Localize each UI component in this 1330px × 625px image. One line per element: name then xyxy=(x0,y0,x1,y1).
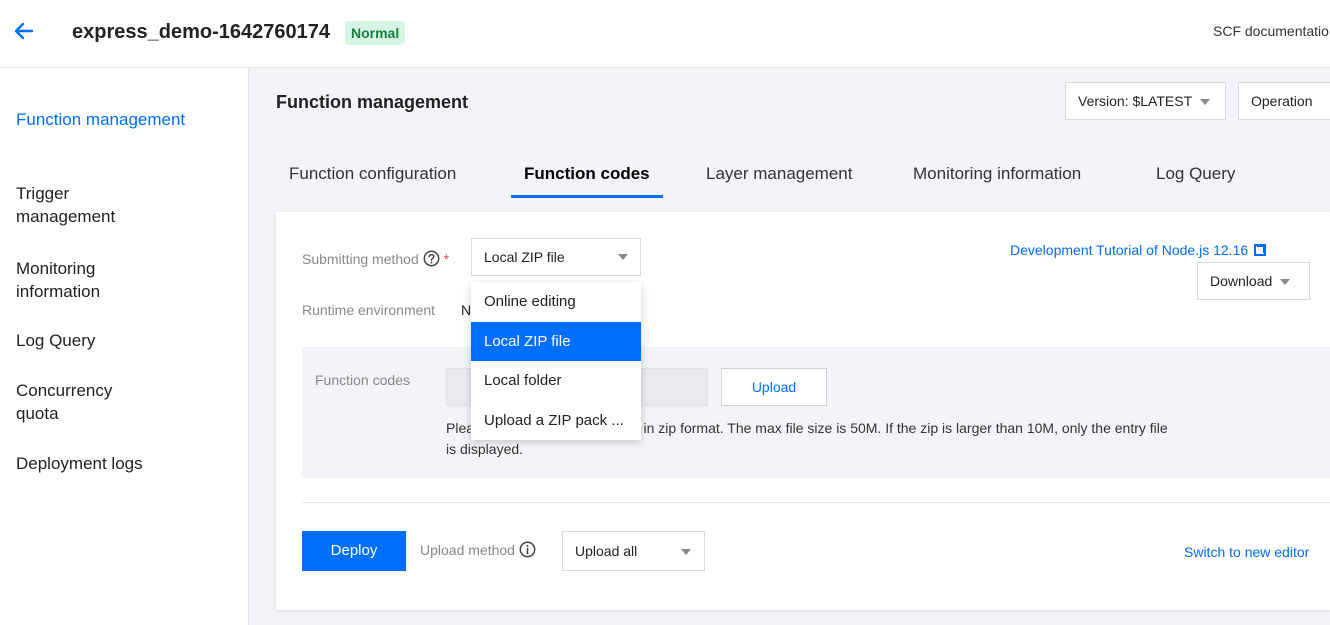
download-label: Download xyxy=(1210,273,1273,289)
dev-tutorial-link[interactable]: Development Tutorial of Node.js 12.16 xyxy=(1010,242,1267,258)
tab-log-query[interactable]: Log Query xyxy=(1156,164,1235,198)
download-select[interactable]: Download xyxy=(1197,262,1310,300)
switch-editor-link[interactable]: Switch to new editor xyxy=(1184,544,1330,560)
help-icon[interactable] xyxy=(423,250,440,267)
chevron-down-icon xyxy=(1280,279,1291,286)
option-online-editing[interactable]: Online editing xyxy=(471,282,641,322)
upload-section: Function codes Upload Plea ge in zip form… xyxy=(302,347,1330,478)
sidebar-item-deployment-logs[interactable]: Deployment logs xyxy=(16,452,236,475)
submitting-method-value: Local ZIP file xyxy=(484,249,565,265)
function-name-title: express_demo-1642760174 xyxy=(72,21,330,43)
info-icon[interactable] xyxy=(519,541,536,558)
option-local-folder[interactable]: Local folder xyxy=(471,361,641,401)
upload-method-select[interactable]: Upload all xyxy=(562,531,705,571)
sidebar-item-function-management[interactable]: Function management xyxy=(16,108,236,131)
tab-layer-management[interactable]: Layer management xyxy=(706,164,852,198)
operation-select-label: Operation xyxy=(1251,93,1313,109)
status-badge: Normal xyxy=(345,21,406,45)
tab-function-configuration[interactable]: Function configuration xyxy=(289,164,456,198)
scf-documentation-link[interactable]: SCF documentation xyxy=(1213,23,1330,39)
sidebar: Function management Trigger management M… xyxy=(0,68,249,625)
external-link-icon xyxy=(1254,244,1267,256)
submitting-method-label: Submitting method * xyxy=(302,250,450,267)
page-title: Function management xyxy=(276,92,469,112)
runtime-environment-value: N xyxy=(461,302,472,318)
option-upload-zip-pack[interactable]: Upload a ZIP pack ... xyxy=(471,401,641,441)
back-arrow-icon[interactable] xyxy=(12,19,36,43)
submitting-method-dropdown: Online editing Local ZIP file Local fold… xyxy=(471,282,641,440)
chevron-down-icon xyxy=(618,254,628,260)
tab-function-codes[interactable]: Function codes xyxy=(511,164,663,198)
sidebar-item-monitoring-information[interactable]: Monitoring information xyxy=(16,257,146,303)
version-select[interactable]: Version: $LATEST xyxy=(1065,82,1226,120)
sidebar-item-trigger-management[interactable]: Trigger management xyxy=(16,182,146,228)
function-codes-label: Function codes xyxy=(315,372,410,388)
option-local-zip-file[interactable]: Local ZIP file xyxy=(471,321,641,361)
chevron-down-icon xyxy=(681,549,691,555)
runtime-environment-label: Runtime environment xyxy=(302,302,436,318)
submitting-method-select[interactable]: Local ZIP file xyxy=(471,238,641,276)
sidebar-item-log-query[interactable]: Log Query xyxy=(16,329,236,352)
version-select-label: Version: $LATEST xyxy=(1078,93,1193,109)
main-content: Function management Version: $LATEST Ope… xyxy=(249,68,1330,625)
divider xyxy=(302,502,1330,503)
top-bar: express_demo-1642760174 Normal SCF docum… xyxy=(0,0,1330,68)
operation-select[interactable]: Operation xyxy=(1238,82,1330,120)
sidebar-item-concurrency-quota[interactable]: Concurrency quota xyxy=(16,379,146,425)
upload-method-value: Upload all xyxy=(575,543,638,559)
upload-method-label: Upload method xyxy=(420,541,536,558)
tab-monitoring-information[interactable]: Monitoring information xyxy=(913,164,1081,198)
function-codes-panel: Submitting method * Local ZIP file Devel… xyxy=(276,212,1330,610)
required-marker: * xyxy=(443,251,450,267)
chevron-down-icon xyxy=(1200,99,1211,106)
upload-button[interactable]: Upload xyxy=(721,368,827,406)
deploy-button[interactable]: Deploy xyxy=(302,531,406,571)
